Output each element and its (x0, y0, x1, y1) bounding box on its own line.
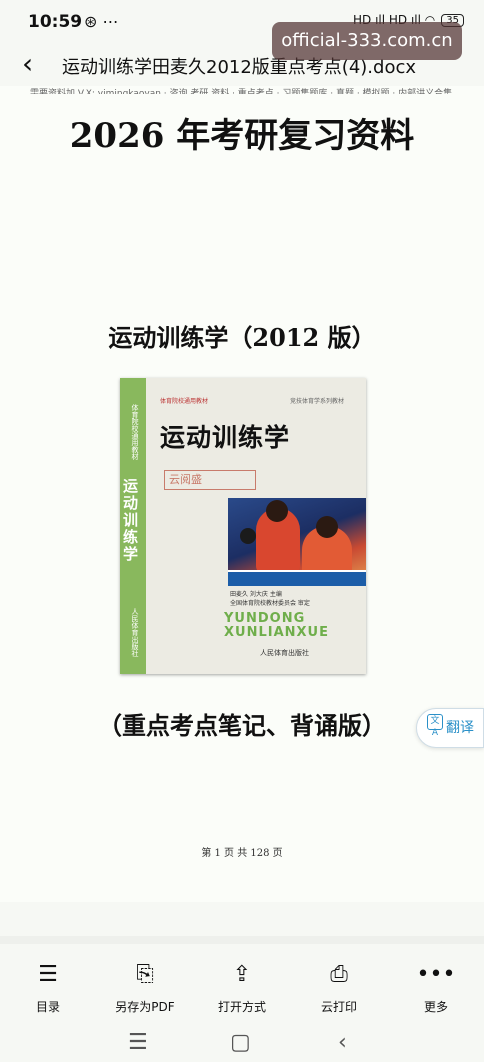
translate-button[interactable]: 文A 翻译 (416, 708, 484, 748)
save-as-pdf-label: 另存为PDF (115, 1000, 175, 1014)
notification-icons: ⊛ ⋯ (84, 12, 119, 31)
recents-icon[interactable]: ☰ (128, 1030, 148, 1055)
pdf-icon: ⎘ (136, 962, 154, 987)
translate-label: 翻译 (446, 720, 474, 736)
printer-icon: ⎙ (330, 962, 348, 987)
cover-series: 竞技体育学系列教材 (290, 398, 345, 405)
status-time: 10:59 (28, 12, 83, 32)
cover-pinyin: YUNDONG XUNLIANXUE (224, 612, 329, 640)
open-with-button[interactable]: ⇪ 打开方式 (194, 952, 290, 1015)
book-cover-image: 体育院校通用教材 运动训练学 人民体育出版社 体育院校通用教材 竞技体育学系列教… (120, 378, 366, 674)
system-nav-bar: ☰ ▢ ‹ (0, 1024, 484, 1062)
toc-label: 目录 (35, 1000, 60, 1014)
book-spine: 体育院校通用教材 运动训练学 人民体育出版社 (120, 378, 146, 674)
cut-off-header-line: 需要资料加 V.X: yimingkaoyan · 咨询 考研 资料 · 重点考… (30, 89, 453, 94)
cloud-print-label: 云打印 (320, 1000, 357, 1014)
save-as-pdf-button[interactable]: ⎘ 另存为PDF (97, 952, 193, 1015)
spine-top-text: 体育院校通用教材 (131, 404, 139, 460)
cover-photo (228, 498, 366, 586)
back-arrow-icon[interactable]: ‹ (22, 50, 33, 78)
more-dots-icon: ••• (416, 962, 456, 987)
list-icon: ☰ (38, 962, 58, 987)
more-label: 更多 (423, 1000, 448, 1014)
share-icon: ⇪ (232, 962, 252, 987)
open-with-label: 打开方式 (217, 1000, 266, 1014)
player-head (266, 500, 288, 522)
cover-authors-line: 田麦久 刘大庆 主编 (230, 591, 282, 598)
toc-button[interactable]: ☰ 目录 (0, 952, 96, 1015)
edition-note: （重点考点笔记、背诵版） (98, 711, 386, 740)
nav-back-icon[interactable]: ‹ (338, 1030, 347, 1055)
player-head (316, 516, 338, 538)
paddle-shape (240, 528, 256, 544)
bottom-toolbar: ☰ 目录 ⎘ 另存为PDF ⇪ 打开方式 ⎙ 云打印 ••• 更多 (0, 952, 484, 1020)
cloud-print-button[interactable]: ⎙ 云打印 (291, 952, 387, 1015)
cover-title: 运动训练学 (160, 423, 291, 452)
watermark-overlay: official-333.com.cn (272, 22, 462, 60)
spine-publisher: 人民体育出版社 (131, 608, 139, 657)
cover-top-line: 体育院校通用教材 (160, 398, 209, 405)
cover-stamp: 云阅盛 (164, 470, 256, 490)
page-indicator: 第 1 页 共 128 页 (201, 848, 283, 859)
book-heading: 运动训练学（2012 版） (108, 323, 376, 352)
cover-pinyin-line: XUNLIANXUE (224, 625, 329, 640)
cover-authors: 田麦久 刘大庆 主编 全国体育院校教材委员会 审定 (230, 590, 310, 608)
divider (0, 936, 484, 944)
more-button[interactable]: ••• 更多 (388, 952, 484, 1015)
home-icon[interactable]: ▢ (230, 1030, 251, 1055)
table-shape (228, 570, 366, 586)
cover-authors-line: 全国体育院校教材委员会 审定 (230, 600, 310, 607)
translate-icon: 文A (427, 714, 443, 738)
cover-publisher: 人民体育出版社 (260, 649, 309, 657)
cover-pinyin-line: YUNDONG (224, 611, 306, 626)
document-page[interactable]: 需要资料加 V.X: yimingkaoyan · 咨询 考研 资料 · 重点考… (0, 86, 484, 902)
spine-title: 运动训练学 (121, 478, 139, 563)
main-heading: 2026 年考研复习资料 (69, 116, 415, 156)
